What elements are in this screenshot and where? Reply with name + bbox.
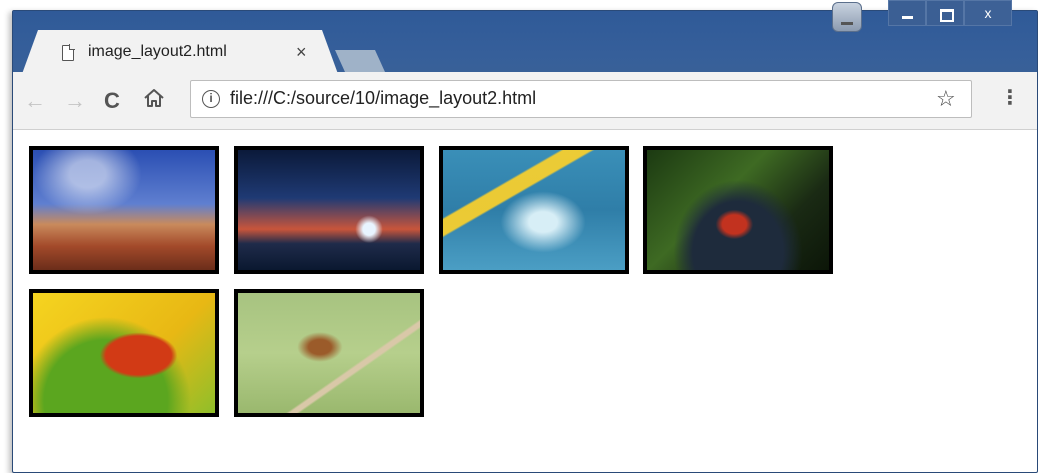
forward-arrow-icon[interactable]: → bbox=[64, 88, 86, 114]
reload-icon[interactable]: C bbox=[104, 88, 120, 114]
tab-title: image_layout2.html bbox=[88, 43, 227, 60]
menu-icon[interactable]: ⋮ bbox=[1000, 88, 1020, 108]
home-icon[interactable] bbox=[142, 86, 166, 110]
mountain-biker-image bbox=[29, 146, 219, 274]
profile-icon[interactable] bbox=[832, 2, 862, 32]
minimize-button[interactable] bbox=[888, 0, 926, 26]
airplane-image bbox=[234, 146, 424, 274]
dragonfly-image bbox=[234, 289, 424, 417]
ladybug-image bbox=[29, 289, 219, 417]
red-car-image bbox=[643, 146, 833, 274]
tab-close-button[interactable]: × bbox=[296, 42, 307, 62]
maximize-button[interactable] bbox=[926, 0, 964, 26]
windsurfer-image bbox=[439, 146, 629, 274]
url-text[interactable]: file:///C:/source/10/image_layout2.html bbox=[230, 88, 536, 109]
bookmark-star-icon[interactable]: ☆ bbox=[936, 86, 956, 112]
document-icon bbox=[62, 44, 75, 61]
back-arrow-icon[interactable]: ← bbox=[24, 88, 46, 114]
close-window-button[interactable]: x bbox=[964, 0, 1012, 26]
info-icon[interactable]: i bbox=[202, 90, 220, 108]
